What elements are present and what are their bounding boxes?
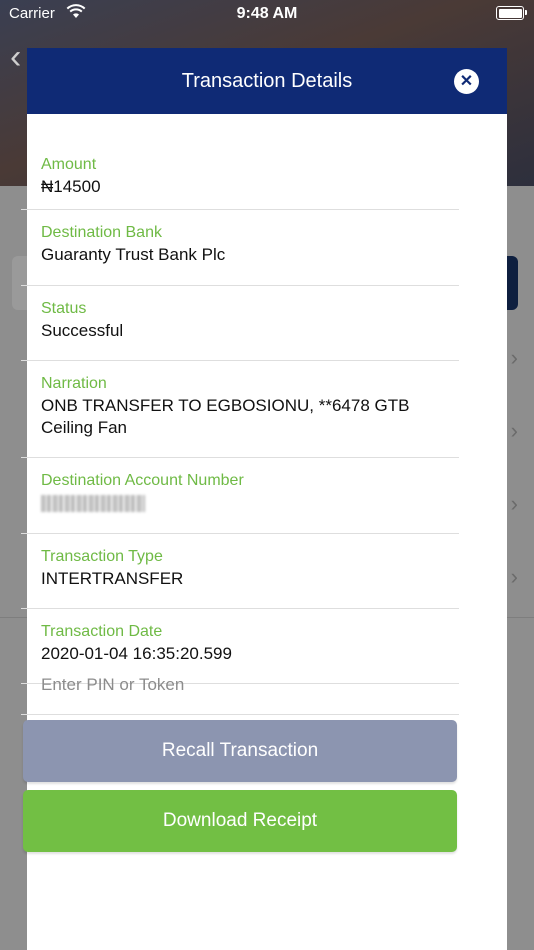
status-time: 9:48 AM xyxy=(236,5,298,22)
field-label: Transaction Type xyxy=(41,548,163,565)
field-amount: Amount ₦14500 xyxy=(21,114,459,210)
back-chevron-icon: ‹ xyxy=(10,38,22,76)
chevron-right-icon: › xyxy=(510,345,518,370)
modal-title: Transaction Details xyxy=(181,69,353,92)
field-transaction-type: Transaction Type INTERTRANSFER xyxy=(21,534,459,609)
chevron-right-icon: › xyxy=(510,418,518,443)
details-list: Amount ₦14500 Destination Bank Guaranty … xyxy=(21,114,459,684)
modal-header: Transaction Details ✕ xyxy=(27,48,507,114)
download-receipt-button[interactable]: Download Receipt xyxy=(23,790,457,852)
pin-field-container xyxy=(21,659,459,715)
redacted-account-number xyxy=(41,495,145,512)
field-status: Status Successful xyxy=(21,286,459,361)
field-value: Successful xyxy=(41,321,124,340)
close-icon[interactable]: ✕ xyxy=(454,69,479,94)
field-label: Destination Account Number xyxy=(41,472,244,489)
field-label: Amount xyxy=(41,156,97,173)
pin-token-input[interactable] xyxy=(21,659,459,711)
chevron-right-icon: › xyxy=(510,564,518,589)
recall-transaction-button[interactable]: Recall Transaction xyxy=(23,720,457,782)
chevron-right-icon: › xyxy=(510,491,518,516)
field-label: Status xyxy=(41,300,87,317)
field-value: ₦14500 xyxy=(41,177,101,196)
field-destination-bank: Destination Bank Guaranty Trust Bank Plc xyxy=(21,210,459,286)
field-destination-account-number: Destination Account Number xyxy=(21,458,459,534)
field-label: Narration xyxy=(41,375,107,392)
field-value: INTERTRANSFER xyxy=(41,569,184,588)
field-value xyxy=(41,492,439,518)
field-value: ONB TRANSFER TO EGBOSIONU, **6478 GTB Ce… xyxy=(41,396,410,437)
field-label: Destination Bank xyxy=(41,224,162,241)
field-label: Transaction Date xyxy=(41,623,163,640)
field-narration: Narration ONB TRANSFER TO EGBOSIONU, **6… xyxy=(21,361,459,458)
status-bar: Carrier 9:48 AM xyxy=(0,0,534,28)
field-value: Guaranty Trust Bank Plc xyxy=(41,245,226,264)
battery-icon xyxy=(496,6,527,20)
